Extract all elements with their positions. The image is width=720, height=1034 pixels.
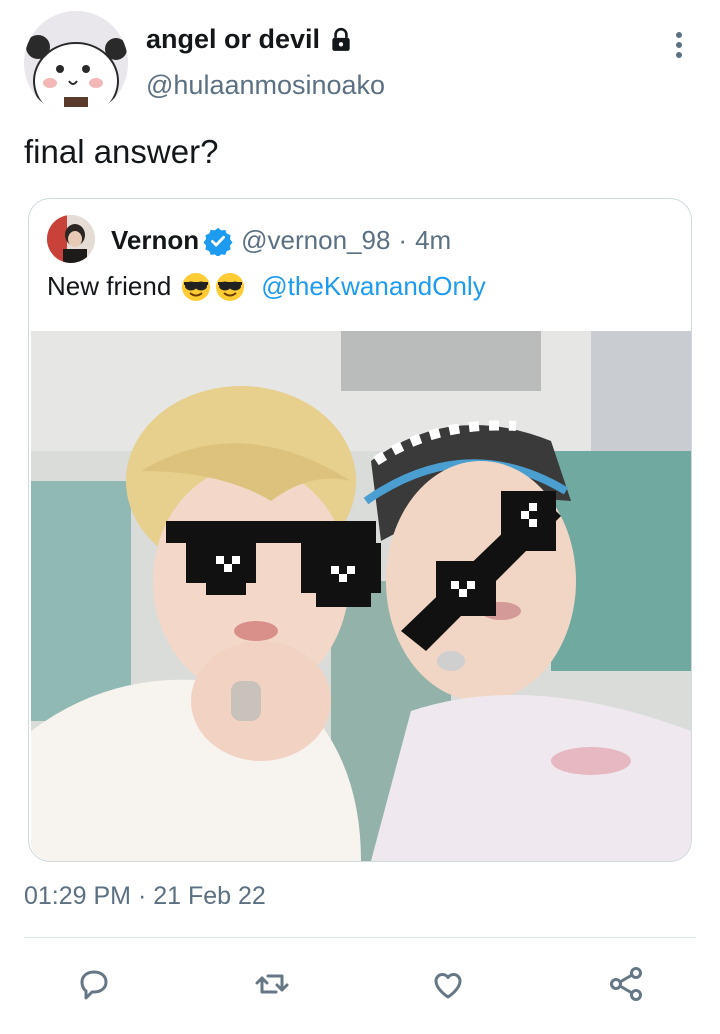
tweet-text: final answer? [24,133,219,170]
quoted-text-row: New friend @theKwanandOnly [47,271,486,302]
tweet-timestamp[interactable]: 01:29 PM · 21 Feb 22 [24,882,266,911]
quoted-avatar[interactable] [47,215,95,263]
user-handle[interactable]: @hulaanmosinoako [146,70,385,101]
profile-avatar[interactable] [24,11,128,115]
sunglasses-emoji [181,272,211,302]
quoted-name[interactable]: Vernon [111,225,199,256]
share-icon[interactable] [606,964,646,1004]
quoted-text: New friend [47,271,172,301]
divider [24,937,696,938]
quoted-time: 4m [415,225,452,255]
display-name[interactable]: angel or devil [146,24,320,55]
display-name-row[interactable]: angel or devil [146,24,354,55]
retweet-icon[interactable] [252,964,292,1004]
sunglasses-emoji [215,272,245,302]
lock-icon [328,27,354,53]
reply-icon[interactable] [74,964,114,1004]
separator-dot: · [398,225,408,255]
tweet-photo[interactable] [31,331,691,861]
quoted-header: Vernon @vernon_98 · 4m [111,225,452,257]
quoted-tweet-card[interactable]: Vernon @vernon_98 · 4m New friend @theKw… [28,198,692,862]
like-icon[interactable] [428,964,468,1004]
quoted-handle[interactable]: @vernon_98 [241,225,390,256]
verified-badge-icon [203,226,233,257]
mention-link[interactable]: @theKwanandOnly [261,271,485,302]
more-vertical-icon[interactable] [664,30,694,60]
